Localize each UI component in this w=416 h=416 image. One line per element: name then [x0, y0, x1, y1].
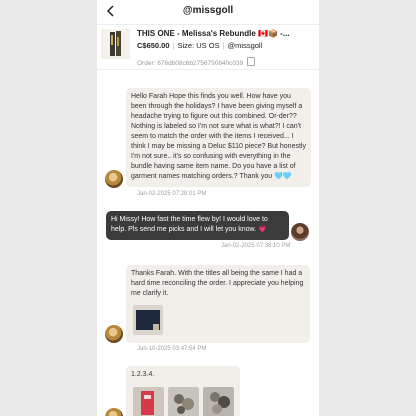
order-meta: C$650.00 | Size: US OS | @missgoll	[137, 41, 263, 50]
chat-title: @missgoll	[182, 5, 234, 16]
message-text: Hello Farah Hope this finds you well. Ho…	[131, 93, 306, 180]
message-bubble-outgoing: Hi Missy! How fast the time flew by! I w…	[106, 211, 289, 240]
chat-screen: @missgoll THIS ONE - Melissa's Rebundle …	[97, 0, 319, 416]
message-bubble-incoming: Hello Farah Hope this finds you well. Ho…	[126, 88, 311, 187]
message-text: Thanks Farah. With the titles all being …	[131, 270, 304, 297]
copy-icon[interactable]	[247, 57, 256, 66]
order-price: C$650.00	[137, 41, 170, 50]
order-title: THIS ONE - Melissa's Rebundle 🇨🇦📦 -...	[137, 29, 290, 38]
message-timestamp: Jan-10-2025 03:47:54 PM	[137, 346, 207, 352]
chat-header: @missgoll	[97, 0, 319, 25]
sender-avatar[interactable]	[105, 170, 123, 188]
message-image-attachment[interactable]	[168, 387, 199, 416]
sender-avatar[interactable]	[105, 408, 123, 416]
message-timestamp: Jan-02-2025 07:28:01 PM	[137, 191, 207, 197]
message-image-attachment[interactable]	[203, 387, 234, 416]
message-timestamp: Jan-02-2025 07:38:10 PM	[221, 243, 291, 249]
order-seller: @missgoll	[227, 41, 263, 50]
order-thumbnail[interactable]	[101, 29, 130, 59]
order-size: US OS	[196, 41, 220, 50]
sender-avatar[interactable]	[105, 325, 123, 343]
message-image-attachment[interactable]	[133, 305, 163, 335]
my-avatar[interactable]	[291, 223, 309, 241]
order-size-label: Size:	[177, 41, 195, 50]
message-image-attachment[interactable]	[133, 387, 164, 416]
order-summary-card[interactable]: THIS ONE - Melissa's Rebundle 🇨🇦📦 -... C…	[97, 25, 319, 70]
message-text: 1.2.3.4.	[131, 371, 155, 378]
message-text: Hi Missy! How fast the time flew by! I w…	[111, 216, 268, 233]
order-id: Order: 676db08c6b2756790840c039	[137, 57, 256, 67]
